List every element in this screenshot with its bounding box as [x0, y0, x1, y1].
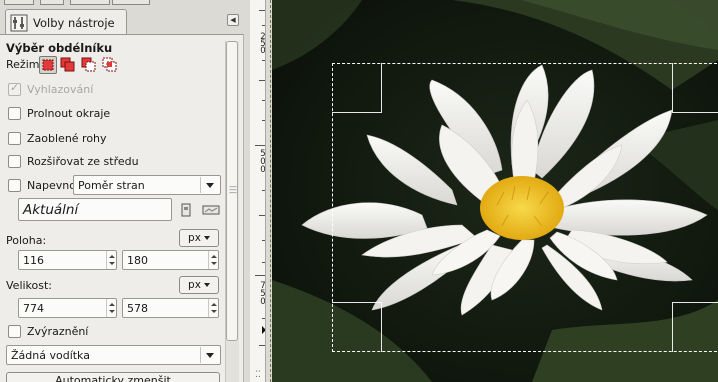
tool-options-panel: Výběr obdélníku Režim: ✓ Vyhlazování Pro… [0, 34, 244, 382]
spin-arrows-icon[interactable] [208, 299, 218, 317]
check-mark-icon: ✓ [10, 80, 20, 94]
chevron-down-icon [200, 177, 218, 193]
spin-arrows-icon[interactable] [208, 251, 218, 269]
tab-tool-options[interactable]: Volby nástroje [5, 9, 127, 35]
ruler-label: 0 [260, 165, 266, 175]
ruler-label: 0 [260, 297, 266, 307]
size-height-value: 578 [127, 302, 148, 315]
aspect-ratio-value: Aktuální [23, 202, 79, 218]
antialias-label: Vyhlazování [27, 82, 94, 96]
fixed-option: Napevno: [8, 177, 80, 193]
feather-checkbox[interactable] [8, 106, 21, 120]
rounded-corners-option: Zaoblené rohy [8, 130, 107, 146]
mode-label: Režim: [6, 58, 44, 71]
landscape-icon [202, 205, 220, 215]
position-unit-value: px [188, 232, 201, 244]
fixed-mode-value: Poměr stran [78, 179, 145, 192]
replace-mode-icon [42, 59, 54, 71]
spin-arrows-icon[interactable] [106, 299, 116, 317]
dock-menu-arrow-icon: ◀ [230, 16, 236, 24]
position-y-field[interactable]: 180 [122, 250, 219, 270]
position-unit-select[interactable]: px [179, 229, 219, 247]
spin-arrows-icon[interactable] [106, 251, 116, 269]
fixed-mode-select[interactable]: Poměr stran [73, 175, 221, 195]
size-unit-value: px [188, 279, 201, 291]
tab-tool-options-label: Volby nástroje [33, 15, 115, 30]
highlight-checkbox[interactable] [8, 324, 21, 338]
selection-handle-top-left[interactable] [332, 63, 382, 113]
scrollbar-thumb[interactable]: — — — [226, 41, 238, 341]
antialias-option: ✓ Vyhlazování [8, 81, 93, 97]
position-label: Poloha: [6, 234, 47, 247]
dock-top-fragment [70, 0, 110, 5]
quick-mask-toggle[interactable]: ⁚⁚ [255, 370, 261, 380]
vertical-ruler[interactable]: 2 5 0 5 0 0 7 5 0 [250, 0, 266, 382]
rounded-corners-checkbox[interactable] [8, 131, 21, 145]
expand-center-checkbox[interactable] [8, 154, 21, 168]
selection-handle-top-right[interactable] [672, 63, 718, 113]
dock-top-fragment [4, 0, 34, 5]
highlight-option: Zvýraznění [8, 323, 88, 339]
feather-label: Prolnout okraje [27, 106, 111, 120]
size-label: Velikost: [6, 279, 53, 292]
highlight-label: Zvýraznění [27, 324, 89, 338]
fixed-label: Napevno: [27, 178, 80, 192]
guides-select[interactable]: Žádná vodítka [6, 345, 221, 365]
chevron-down-icon [203, 283, 210, 287]
aspect-ratio-field[interactable]: Aktuální [18, 198, 172, 221]
size-unit-select[interactable]: px [179, 276, 219, 294]
size-width-value: 774 [23, 302, 44, 315]
dock-top-strip [0, 0, 246, 6]
landscape-button[interactable] [201, 202, 221, 218]
dock-tabbar: Volby nástroje ◀ [0, 7, 246, 35]
intersect-mode-icon [102, 57, 117, 72]
dock-menu-button[interactable]: ◀ [227, 14, 239, 26]
antialias-checkbox[interactable]: ✓ [8, 80, 21, 96]
mode-add-button[interactable] [59, 56, 77, 74]
selection-handle-bottom-right[interactable] [672, 302, 718, 352]
size-width-field[interactable]: 774 [18, 298, 117, 318]
panel-scrollbar[interactable]: — — — [225, 41, 239, 382]
portrait-button[interactable] [178, 202, 194, 218]
auto-shrink-button[interactable]: Automaticky zmenšit [6, 372, 220, 382]
expand-center-label: Rozšiřovat ze středu [27, 154, 139, 168]
chevron-down-icon [203, 236, 210, 240]
position-x-field[interactable]: 116 [18, 250, 117, 270]
rectangle-selection[interactable] [332, 63, 718, 352]
mode-replace-button[interactable] [39, 56, 57, 74]
panel-title: Výběr obdélníku [6, 41, 113, 55]
mode-intersect-button[interactable] [101, 56, 119, 74]
feather-option: Prolnout okraje [8, 105, 110, 121]
subtract-mode-icon [81, 57, 96, 72]
guides-value: Žádná vodítka [11, 349, 90, 362]
dock-top-fragment [112, 0, 150, 5]
image-canvas[interactable] [272, 0, 718, 382]
dock-top-fragment [40, 0, 64, 5]
ruler-pointer-icon [262, 326, 265, 334]
tool-options-icon [10, 14, 28, 31]
selection-handle-bottom-left[interactable] [332, 302, 382, 352]
portrait-icon [181, 203, 191, 217]
ruler-label: 0 [260, 46, 266, 56]
mode-subtract-button[interactable] [80, 56, 98, 74]
position-y-value: 180 [127, 254, 148, 267]
fixed-checkbox[interactable] [8, 178, 21, 192]
expand-center-option: Rozšiřovat ze středu [8, 153, 139, 169]
grip-icon: — — — [229, 182, 237, 197]
tool-options-dock: Volby nástroje ◀ Výběr obdélníku Režim: [0, 0, 246, 382]
rounded-corners-label: Zaoblené rohy [27, 131, 107, 145]
add-mode-icon [60, 57, 75, 72]
position-x-value: 116 [23, 254, 44, 267]
size-height-field[interactable]: 578 [122, 298, 219, 318]
chevron-down-icon [200, 347, 218, 363]
